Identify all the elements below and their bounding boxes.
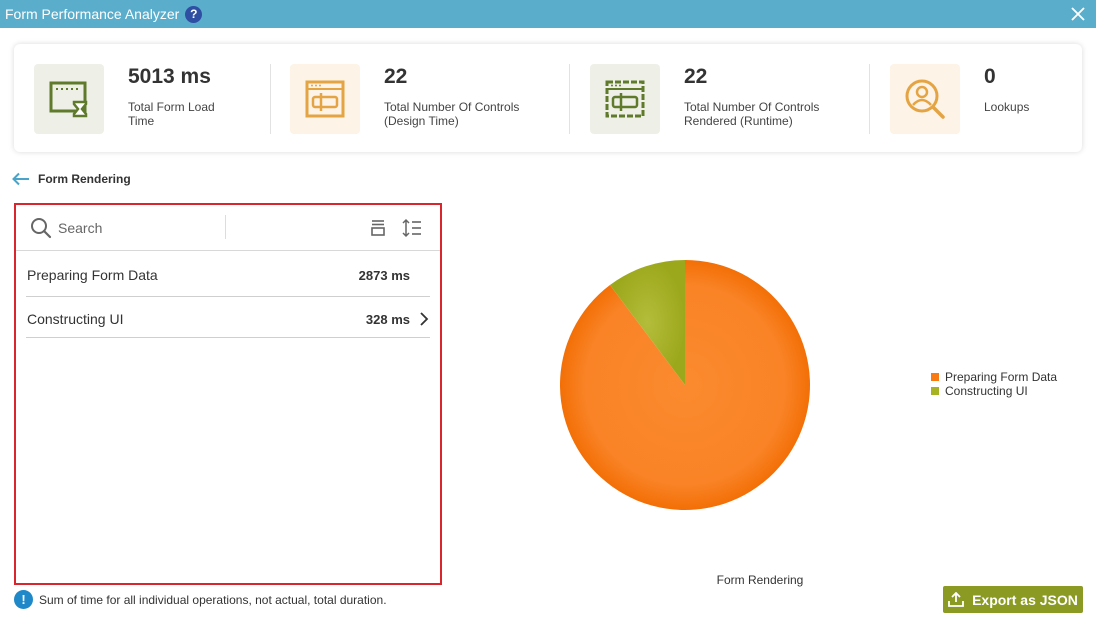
stat-label: Total Number Of Controls Rendered (Runti… — [684, 100, 820, 128]
stat-label: Total Form Load Time — [128, 100, 215, 128]
divider — [225, 215, 226, 239]
operations-panel: Preparing Form Data 2873 ms Constructing… — [14, 203, 442, 585]
sort-icon[interactable] — [402, 218, 422, 238]
item-label: Constructing UI — [27, 311, 124, 327]
stat-value: 22 — [384, 65, 408, 88]
chart-title: Form Rendering — [716, 573, 804, 587]
legend-item[interactable]: Constructing UI — [931, 384, 1057, 398]
form-load-time-icon — [34, 64, 104, 134]
chart-legend: Preparing Form Data Constructing UI — [931, 370, 1057, 398]
stat-label: Total Number Of Controls (Design Time) — [384, 100, 520, 128]
legend-label: Preparing Form Data — [945, 370, 1058, 384]
info-icon: ! — [14, 590, 33, 609]
search-icon — [31, 218, 52, 239]
item-duration: 2873 ms — [358, 268, 410, 283]
upload-icon — [948, 592, 964, 607]
search-bar — [16, 205, 440, 251]
window-title: Form Performance Analyzer — [5, 6, 180, 22]
stat-label: Lookups — [984, 100, 1030, 114]
legend-swatch — [931, 387, 939, 395]
collapse-all-icon[interactable] — [370, 219, 386, 237]
footnote-text: Sum of time for all individual operation… — [39, 592, 387, 607]
divider — [569, 64, 570, 134]
controls-design-icon — [290, 64, 360, 134]
legend-swatch — [931, 373, 939, 381]
breadcrumb-label: Form Rendering — [38, 172, 131, 186]
lookup-user-icon — [890, 64, 960, 134]
help-icon[interactable]: ? — [185, 5, 203, 23]
export-label: Export as JSON — [972, 591, 1078, 608]
divider — [869, 64, 870, 134]
breadcrumb[interactable]: Form Rendering — [12, 172, 131, 186]
footnote: ! Sum of time for all individual operati… — [14, 590, 387, 609]
title-bar: Form Performance Analyzer ? — [0, 0, 1096, 28]
legend-label: Constructing UI — [945, 384, 1028, 398]
divider — [270, 64, 271, 134]
summary-card: 5013 ms Total Form Load Time 22 Total Nu… — [14, 44, 1082, 152]
close-icon[interactable] — [1068, 4, 1088, 24]
legend-item[interactable]: Preparing Form Data — [931, 370, 1057, 384]
list-item[interactable]: Constructing UI 328 ms — [26, 297, 430, 338]
search-input[interactable] — [58, 217, 218, 239]
pie-chart — [559, 260, 810, 510]
export-json-button[interactable]: Export as JSON — [943, 586, 1083, 613]
item-label: Preparing Form Data — [27, 267, 158, 283]
stat-value: 5013 ms — [128, 65, 211, 88]
controls-runtime-icon — [590, 64, 660, 134]
stat-value: 22 — [684, 65, 708, 88]
item-duration: 328 ms — [365, 312, 410, 327]
back-arrow-icon[interactable] — [12, 172, 30, 186]
list-item[interactable]: Preparing Form Data 2873 ms — [26, 253, 430, 297]
chevron-right-icon[interactable] — [418, 311, 430, 327]
stat-value: 0 — [984, 65, 996, 88]
